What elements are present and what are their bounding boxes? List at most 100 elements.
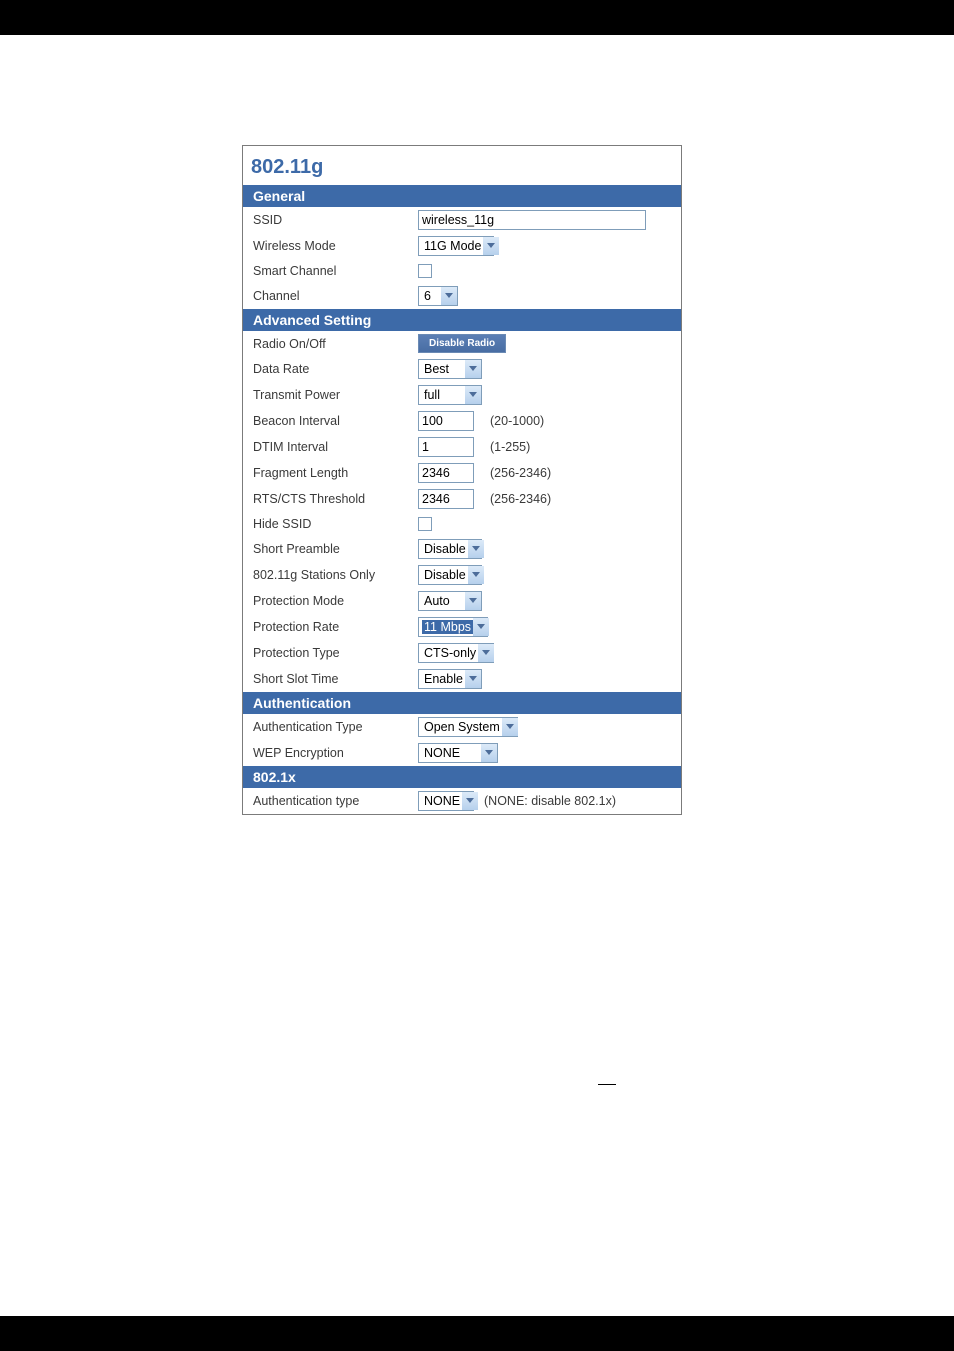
label-auth-type: Authentication Type bbox=[253, 720, 418, 734]
chevron-down-icon bbox=[481, 744, 497, 762]
chevron-down-icon bbox=[441, 287, 457, 305]
label-8021x-auth-type: Authentication type bbox=[253, 794, 418, 808]
beacon-interval-hint: (20-1000) bbox=[480, 414, 544, 428]
beacon-interval-input[interactable] bbox=[418, 411, 474, 431]
auth-type-value: Open System bbox=[422, 720, 502, 734]
panel-title: 802.11g bbox=[243, 146, 681, 185]
chevron-down-icon bbox=[465, 592, 481, 610]
section-advanced-header: Advanced Setting bbox=[243, 309, 681, 331]
section-authentication-header: Authentication bbox=[243, 692, 681, 714]
bottom-bar bbox=[0, 1316, 954, 1351]
row-wep-encryption: WEP Encryption NONE bbox=[243, 740, 681, 766]
channel-value: 6 bbox=[422, 289, 433, 303]
wireless-mode-value: 11G Mode bbox=[422, 239, 483, 253]
label-channel: Channel bbox=[253, 289, 418, 303]
row-8021x-auth-type: Authentication type NONE (NONE: disable … bbox=[243, 788, 681, 814]
label-wep-encryption: WEP Encryption bbox=[253, 746, 418, 760]
wep-encryption-value: NONE bbox=[422, 746, 462, 760]
page-number-mark bbox=[598, 1084, 616, 1085]
disable-radio-button[interactable]: Disable Radio bbox=[418, 334, 506, 353]
short-slot-time-value: Enable bbox=[422, 672, 465, 686]
short-slot-time-select[interactable]: Enable bbox=[418, 669, 482, 689]
rts-cts-threshold-input[interactable] bbox=[418, 489, 474, 509]
top-bar bbox=[0, 0, 954, 35]
protection-mode-select[interactable]: Auto bbox=[418, 591, 482, 611]
chevron-down-icon bbox=[465, 670, 481, 688]
row-protection-mode: Protection Mode Auto bbox=[243, 588, 681, 614]
label-wireless-mode: Wireless Mode bbox=[253, 239, 418, 253]
label-beacon-interval: Beacon Interval bbox=[253, 414, 418, 428]
chevron-down-icon bbox=[465, 386, 481, 404]
label-protection-type: Protection Type bbox=[253, 646, 418, 660]
chevron-down-icon bbox=[483, 237, 499, 255]
row-fragment-length: Fragment Length (256-2346) bbox=[243, 460, 681, 486]
row-hide-ssid: Hide SSID bbox=[243, 512, 681, 536]
label-smart-channel: Smart Channel bbox=[253, 264, 418, 278]
rts-cts-threshold-hint: (256-2346) bbox=[480, 492, 551, 506]
wep-encryption-select[interactable]: NONE bbox=[418, 743, 498, 763]
row-transmit-power: Transmit Power full bbox=[243, 382, 681, 408]
stations-only-select[interactable]: Disable bbox=[418, 565, 482, 585]
ssid-input[interactable] bbox=[418, 210, 646, 230]
chevron-down-icon bbox=[462, 792, 478, 810]
section-general-header: General bbox=[243, 185, 681, 207]
protection-rate-select[interactable]: 11 Mbps bbox=[418, 617, 488, 637]
dtim-interval-input[interactable] bbox=[418, 437, 474, 457]
8021x-auth-type-hint: (NONE: disable 802.1x) bbox=[480, 794, 616, 808]
wireless-mode-select[interactable]: 11G Mode bbox=[418, 236, 494, 256]
dtim-interval-hint: (1-255) bbox=[480, 440, 530, 454]
settings-panel: 802.11g General SSID Wireless Mode 11G M… bbox=[242, 145, 682, 815]
label-short-slot-time: Short Slot Time bbox=[253, 672, 418, 686]
label-rts-cts-threshold: RTS/CTS Threshold bbox=[253, 492, 418, 506]
8021x-auth-type-select[interactable]: NONE bbox=[418, 791, 474, 811]
8021x-auth-type-value: NONE bbox=[422, 794, 462, 808]
row-rts-cts-threshold: RTS/CTS Threshold (256-2346) bbox=[243, 486, 681, 512]
short-preamble-value: Disable bbox=[422, 542, 468, 556]
chevron-down-icon bbox=[468, 566, 484, 584]
hide-ssid-checkbox[interactable] bbox=[418, 517, 432, 531]
label-fragment-length: Fragment Length bbox=[253, 466, 418, 480]
short-preamble-select[interactable]: Disable bbox=[418, 539, 482, 559]
row-channel: Channel 6 bbox=[243, 283, 681, 309]
row-protection-rate: Protection Rate 11 Mbps bbox=[243, 614, 681, 640]
data-rate-select[interactable]: Best bbox=[418, 359, 482, 379]
label-protection-rate: Protection Rate bbox=[253, 620, 418, 634]
protection-type-value: CTS-only bbox=[422, 646, 478, 660]
label-short-preamble: Short Preamble bbox=[253, 542, 418, 556]
row-wireless-mode: Wireless Mode 11G Mode bbox=[243, 233, 681, 259]
row-radio-onoff: Radio On/Off Disable Radio bbox=[243, 331, 681, 356]
label-radio-onoff: Radio On/Off bbox=[253, 337, 418, 351]
protection-rate-value: 11 Mbps bbox=[422, 620, 473, 634]
transmit-power-select[interactable]: full bbox=[418, 385, 482, 405]
transmit-power-value: full bbox=[422, 388, 442, 402]
fragment-length-input[interactable] bbox=[418, 463, 474, 483]
section-8021x-header: 802.1x bbox=[243, 766, 681, 788]
auth-type-select[interactable]: Open System bbox=[418, 717, 518, 737]
smart-channel-checkbox[interactable] bbox=[418, 264, 432, 278]
protection-mode-value: Auto bbox=[422, 594, 452, 608]
data-rate-value: Best bbox=[422, 362, 451, 376]
label-stations-only: 802.11g Stations Only bbox=[253, 568, 418, 582]
row-data-rate: Data Rate Best bbox=[243, 356, 681, 382]
protection-type-select[interactable]: CTS-only bbox=[418, 643, 494, 663]
label-hide-ssid: Hide SSID bbox=[253, 517, 418, 531]
label-transmit-power: Transmit Power bbox=[253, 388, 418, 402]
row-protection-type: Protection Type CTS-only bbox=[243, 640, 681, 666]
fragment-length-hint: (256-2346) bbox=[480, 466, 551, 480]
channel-select[interactable]: 6 bbox=[418, 286, 458, 306]
stations-only-value: Disable bbox=[422, 568, 468, 582]
row-dtim-interval: DTIM Interval (1-255) bbox=[243, 434, 681, 460]
label-data-rate: Data Rate bbox=[253, 362, 418, 376]
row-short-preamble: Short Preamble Disable bbox=[243, 536, 681, 562]
row-ssid: SSID bbox=[243, 207, 681, 233]
chevron-down-icon bbox=[478, 644, 494, 662]
label-dtim-interval: DTIM Interval bbox=[253, 440, 418, 454]
chevron-down-icon bbox=[465, 360, 481, 378]
chevron-down-icon bbox=[473, 618, 489, 636]
chevron-down-icon bbox=[502, 718, 518, 736]
label-ssid: SSID bbox=[253, 213, 418, 227]
row-smart-channel: Smart Channel bbox=[243, 259, 681, 283]
row-beacon-interval: Beacon Interval (20-1000) bbox=[243, 408, 681, 434]
chevron-down-icon bbox=[468, 540, 484, 558]
label-protection-mode: Protection Mode bbox=[253, 594, 418, 608]
